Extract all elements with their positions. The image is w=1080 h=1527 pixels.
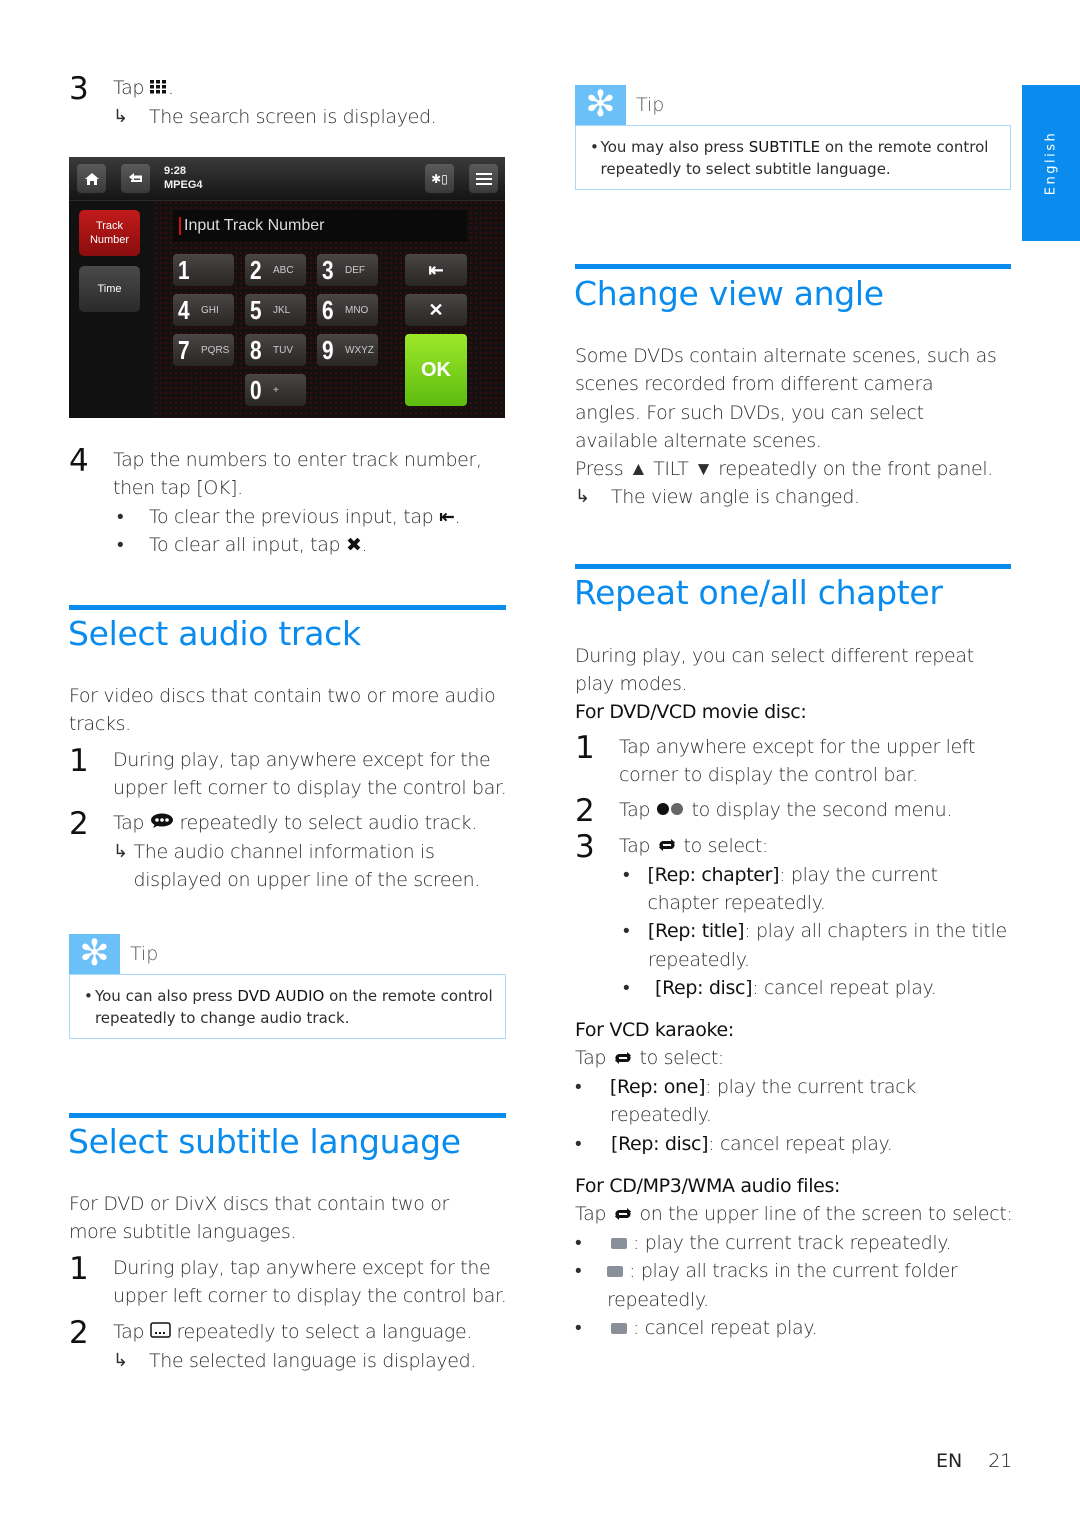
- audio-intro: For video discs that contain two or more…: [69, 685, 496, 736]
- repeat-icon: [612, 1045, 634, 1073]
- angle-intro: Some DVDs contain alternate scenes, such…: [575, 345, 997, 452]
- repeat-off-icon: [611, 1322, 627, 1334]
- repeat-step-2: 2 Tap to display the second menu.: [575, 793, 953, 829]
- subtitle-icon: [150, 1318, 171, 1346]
- tip-box-audio: • You can also press DVD AUDIO on the rem…: [69, 974, 506, 1039]
- subtitle-step-1: 1 During play, tap anywhere except for t…: [69, 1251, 507, 1308]
- backspace-icon: ⇤: [428, 259, 444, 280]
- track-number-tab[interactable]: Track Number: [79, 210, 140, 256]
- grid-icon: [149, 74, 168, 102]
- result-arrow-icon: ↳: [575, 486, 590, 507]
- page-footer: EN 21: [936, 1450, 1012, 1472]
- second-menu-dots-icon: [656, 796, 686, 824]
- subtitle-step-2: 2 Tap repeatedly to select a language. ↳…: [69, 1318, 506, 1375]
- footer-language: EN: [936, 1450, 963, 1472]
- home-icon[interactable]: [77, 164, 106, 193]
- repeat-step-3: 3 Tap to select: • [Rep: chapter]: play t…: [575, 829, 1007, 999]
- tip-asterisk-icon: ✻: [575, 85, 626, 125]
- dvd-heading: For DVD/VCD movie disc:: [575, 701, 807, 723]
- track-number-input[interactable]: Input Track Number: [173, 210, 467, 242]
- tip-label: Tip: [130, 943, 159, 965]
- key-7[interactable]: 7 PQRS: [173, 334, 234, 366]
- result-arrow-icon: ↳: [113, 1349, 128, 1371]
- cd-section: For CD/MP3/WMA audio files: Tap on the u…: [575, 1175, 1013, 1339]
- angle-result: ↳ The view angle is changed.: [575, 483, 1011, 511]
- bluetooth-phone-icon[interactable]: ✱▯: [425, 164, 454, 193]
- track-search-screen: 9:28 MPEG4 ✱▯ Track Number Time Input Tr…: [69, 157, 505, 418]
- key-3[interactable]: 3 DEF: [317, 254, 378, 286]
- result-arrow-icon: ↳: [113, 840, 128, 862]
- step-4: 4 Tap the numbers to enter track number,…: [69, 443, 506, 559]
- key-8[interactable]: 8 TUV: [245, 334, 306, 366]
- key-4[interactable]: 4 GHI: [173, 294, 234, 326]
- ok-button[interactable]: OK: [405, 334, 467, 406]
- step-number: 4: [69, 443, 89, 479]
- menu-icon[interactable]: [469, 164, 498, 193]
- status-readout: 9:28 MPEG4: [164, 165, 203, 191]
- section-title-audio: Select audio track: [68, 614, 361, 653]
- text-caret: [179, 217, 181, 235]
- step-3: 3 Tap . ↳ The search screen is displayed.: [69, 74, 506, 131]
- step-number: 3: [69, 71, 89, 107]
- key-9[interactable]: 9 WXYZ: [317, 334, 378, 366]
- angle-press: Press ▲ TILT ▼ repeatedly on the front p…: [575, 458, 993, 480]
- time-tab[interactable]: Time: [79, 266, 140, 312]
- audio-speech-icon: [150, 809, 174, 837]
- section-title-repeat: Repeat one/all chapter: [574, 573, 943, 612]
- section-rule: [575, 564, 1011, 569]
- key-6[interactable]: 6 MNO: [317, 294, 378, 326]
- repeat-intro: During play, you can select different re…: [575, 645, 974, 696]
- back-icon[interactable]: [121, 164, 150, 193]
- key-5[interactable]: 5 JKL: [245, 294, 306, 326]
- repeat-icon: [612, 1201, 634, 1229]
- repeat-icon: [656, 832, 678, 860]
- section-rule: [69, 605, 506, 610]
- clear-icon: ✖: [345, 533, 362, 556]
- repeat-step-1: 1 Tap anywhere except for the upper left…: [575, 730, 976, 787]
- section-rule: [69, 1113, 506, 1118]
- page-number: 21: [988, 1450, 1013, 1472]
- key-1[interactable]: 1: [173, 254, 234, 286]
- subtitle-intro: For DVD or DivX discs that contain two o…: [69, 1193, 449, 1244]
- repeat-one-icon: [611, 1237, 627, 1249]
- audio-step-1: 1 During play, tap anywhere except for t…: [69, 743, 507, 800]
- key-2[interactable]: 2 ABC: [245, 254, 306, 286]
- backspace-icon: ⇤: [439, 505, 455, 528]
- tip-asterisk-icon: ✻: [69, 934, 120, 974]
- tip-label: Tip: [636, 94, 665, 116]
- backspace-button[interactable]: ⇤: [405, 254, 467, 286]
- section-rule: [575, 264, 1011, 269]
- close-icon: ✕: [428, 299, 444, 320]
- audio-step-2: 2 Tap repeatedly to select audio track. …: [69, 808, 506, 894]
- vcd-section: For VCD karaoke: Tap to select: • [Rep: o…: [575, 1019, 916, 1155]
- key-0[interactable]: 0 +: [245, 374, 306, 406]
- repeat-folder-icon: [607, 1266, 624, 1278]
- section-title-subtitle: Select subtitle language: [68, 1122, 461, 1161]
- language-tab: English: [1022, 85, 1080, 241]
- section-title-angle: Change view angle: [574, 274, 884, 313]
- tip-box-subtitle: • You may also press SUBTITLE on the remo…: [575, 125, 1011, 190]
- result-arrow-icon: ↳: [113, 105, 128, 127]
- clear-all-button[interactable]: ✕: [405, 294, 467, 326]
